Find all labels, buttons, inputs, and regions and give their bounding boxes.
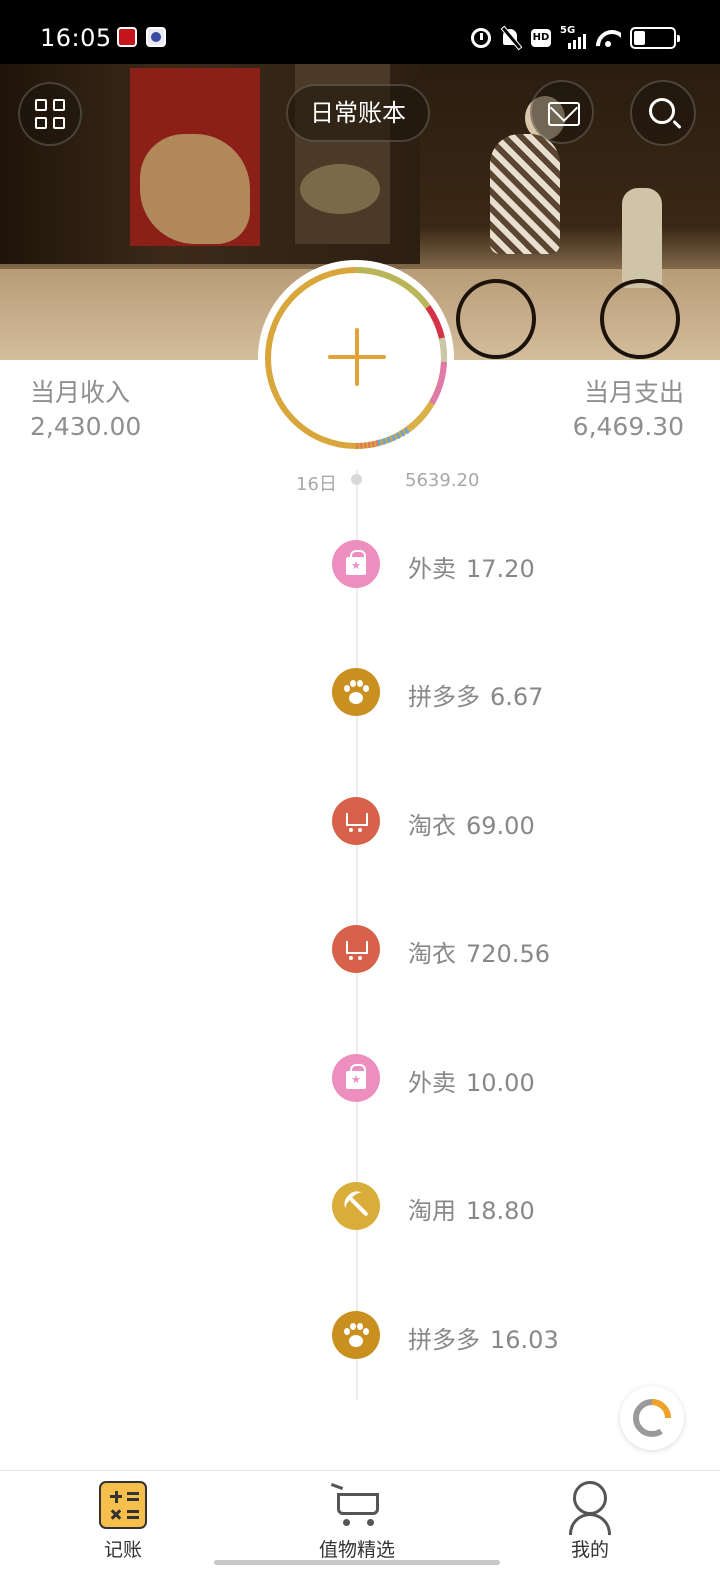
bottom-nav: 记账 值物精选 我的: [0, 1470, 720, 1584]
timeline-entry[interactable]: ★ 外卖 10.00: [332, 1054, 692, 1104]
add-record-button[interactable]: [258, 260, 454, 456]
entry-amount: 6.67: [490, 683, 544, 711]
grid-menu-button[interactable]: [18, 82, 82, 146]
monthly-expense-value: 6,469.30: [572, 412, 684, 441]
entry-text: 外卖 17.20: [408, 549, 535, 584]
entry-text: 拼多多 16.03: [408, 1320, 559, 1355]
paw-icon: [332, 1311, 380, 1359]
calculator-icon: [99, 1481, 147, 1529]
timeline-entry[interactable]: 淘用 18.80: [332, 1182, 692, 1232]
timeline-entry[interactable]: 拼多多 6.67: [332, 668, 692, 718]
timeline-entry[interactable]: 淘衣 720.56: [332, 925, 692, 975]
cart-icon: [332, 925, 380, 973]
search-button[interactable]: [630, 80, 696, 146]
battery-icon: [630, 27, 680, 49]
mute-icon: [500, 27, 522, 49]
timeline-entry[interactable]: ★ 外卖 17.20: [332, 540, 692, 590]
hd-icon: HD: [531, 29, 551, 47]
alarm-icon: [471, 28, 491, 48]
entry-category: 拼多多: [408, 683, 480, 711]
mail-button[interactable]: [530, 80, 594, 144]
ledger-selector-button[interactable]: 日常账本: [286, 84, 430, 142]
app-notification-icon: [146, 27, 166, 47]
nav-item-profile[interactable]: 我的: [510, 1471, 670, 1571]
nav-item-bookkeeping[interactable]: 记账: [43, 1471, 203, 1571]
entry-amount: 69.00: [466, 812, 535, 840]
entry-text: 拼多多 6.67: [408, 677, 543, 712]
bank-app-notification-icon: [117, 27, 137, 47]
nav-label: 值物精选: [318, 1539, 395, 1561]
monthly-income-value: 2,430.00: [30, 412, 142, 441]
entry-amount: 720.56: [466, 940, 550, 968]
nav-item-picks[interactable]: 值物精选: [277, 1471, 437, 1571]
timeline-day-total: 5639.20: [405, 470, 480, 491]
shopping-bag-icon: ★: [332, 1054, 380, 1102]
shopping-bag-icon: ★: [332, 540, 380, 588]
user-icon: [569, 1481, 611, 1535]
entry-category: 外卖: [408, 1069, 456, 1097]
entry-text: 淘衣 720.56: [408, 934, 550, 969]
pickaxe-icon: [332, 1182, 380, 1230]
entry-category: 外卖: [408, 555, 456, 583]
entry-category: 淘衣: [408, 940, 456, 968]
entry-text: 淘用 18.80: [408, 1191, 535, 1226]
wifi-icon: [595, 28, 621, 48]
paw-icon: [332, 668, 380, 716]
loading-ring-icon: [633, 1399, 672, 1437]
timeline-date-dot: [351, 474, 362, 485]
entry-category: 淘用: [408, 1197, 456, 1225]
entry-text: 外卖 10.00: [408, 1063, 535, 1098]
mail-icon: [548, 102, 580, 126]
entry-amount: 10.00: [466, 1069, 535, 1097]
entry-amount: 18.80: [466, 1197, 535, 1225]
timeline-entry[interactable]: 淘衣 69.00: [332, 797, 692, 847]
nav-label: 记账: [103, 1539, 142, 1561]
cart-icon: [330, 1483, 381, 1527]
timeline-date: 16日: [296, 474, 337, 495]
home-indicator: [214, 1560, 500, 1565]
entry-text: 淘衣 69.00: [408, 806, 535, 841]
search-icon: [649, 98, 675, 124]
entry-amount: 17.20: [466, 555, 535, 583]
nav-label: 我的: [570, 1539, 609, 1561]
floating-chart-button[interactable]: [620, 1386, 684, 1450]
status-time: 16:05: [40, 24, 112, 52]
signal-icon: 5G: [560, 25, 586, 49]
monthly-income-label: 当月收入: [30, 378, 131, 407]
network-type: 5G: [560, 25, 576, 36]
cart-icon: [332, 797, 380, 845]
entry-amount: 16.03: [490, 1326, 559, 1354]
entry-category: 拼多多: [408, 1326, 480, 1354]
status-icons: HD 5G: [471, 24, 680, 52]
monthly-expense-label: 当月支出: [583, 378, 684, 407]
timeline-entry[interactable]: 拼多多 16.03: [332, 1311, 692, 1361]
status-bar: 16:05 HD 5G: [0, 0, 720, 64]
entry-category: 淘衣: [408, 812, 456, 840]
